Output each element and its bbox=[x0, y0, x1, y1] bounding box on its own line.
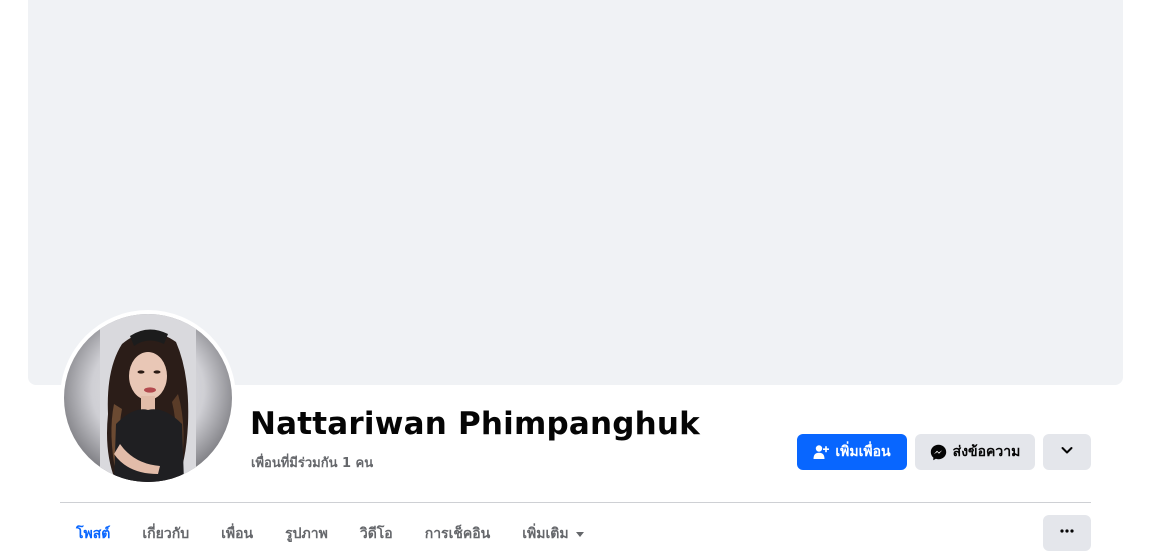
add-friend-label: เพิ่มเพื่อน bbox=[835, 444, 891, 460]
caret-down-icon bbox=[575, 529, 585, 539]
avatar-image bbox=[100, 314, 196, 482]
tab-more[interactable]: เพิ่มเติม bbox=[506, 514, 600, 554]
tab-more-options-button[interactable] bbox=[1043, 515, 1091, 551]
profile-tabs: โพสต์ เกี่ยวกับ เพื่อน รูปภาพ วิดีโอ การ… bbox=[60, 512, 601, 556]
tab-photos[interactable]: รูปภาพ bbox=[269, 514, 344, 554]
chevron-down-icon bbox=[1059, 442, 1075, 462]
tab-about[interactable]: เกี่ยวกับ bbox=[126, 514, 205, 554]
messenger-icon bbox=[930, 444, 947, 461]
tab-posts[interactable]: โพสต์ bbox=[60, 514, 126, 554]
mutual-friends[interactable]: เพื่อนที่มีร่วมกัน 1 คน bbox=[251, 452, 373, 473]
ellipsis-icon bbox=[1059, 523, 1075, 543]
profile-name: Nattariwan Phimpanghuk bbox=[250, 406, 700, 442]
tab-friends[interactable]: เพื่อน bbox=[205, 514, 269, 554]
tab-label: เกี่ยวกับ bbox=[142, 526, 190, 542]
tab-label: โพสต์ bbox=[76, 526, 111, 542]
add-friend-icon bbox=[813, 444, 830, 460]
avatar[interactable] bbox=[64, 314, 232, 482]
profile-picture[interactable] bbox=[60, 310, 236, 486]
tab-checkins[interactable]: การเช็คอิน bbox=[409, 514, 507, 554]
tab-label: รูปภาพ bbox=[285, 526, 328, 542]
message-label: ส่งข้อความ bbox=[952, 444, 1021, 460]
add-friend-button[interactable]: เพิ่มเพื่อน bbox=[797, 434, 907, 470]
divider bbox=[60, 502, 1091, 503]
tab-videos[interactable]: วิดีโอ bbox=[344, 514, 409, 554]
more-options-button[interactable] bbox=[1043, 434, 1091, 470]
tab-label: เพื่อน bbox=[221, 526, 254, 542]
tab-label: การเช็คอิน bbox=[424, 526, 491, 542]
tab-label: วิดีโอ bbox=[359, 526, 393, 542]
message-button[interactable]: ส่งข้อความ bbox=[915, 434, 1035, 470]
tab-label: เพิ่มเติม bbox=[522, 526, 569, 542]
